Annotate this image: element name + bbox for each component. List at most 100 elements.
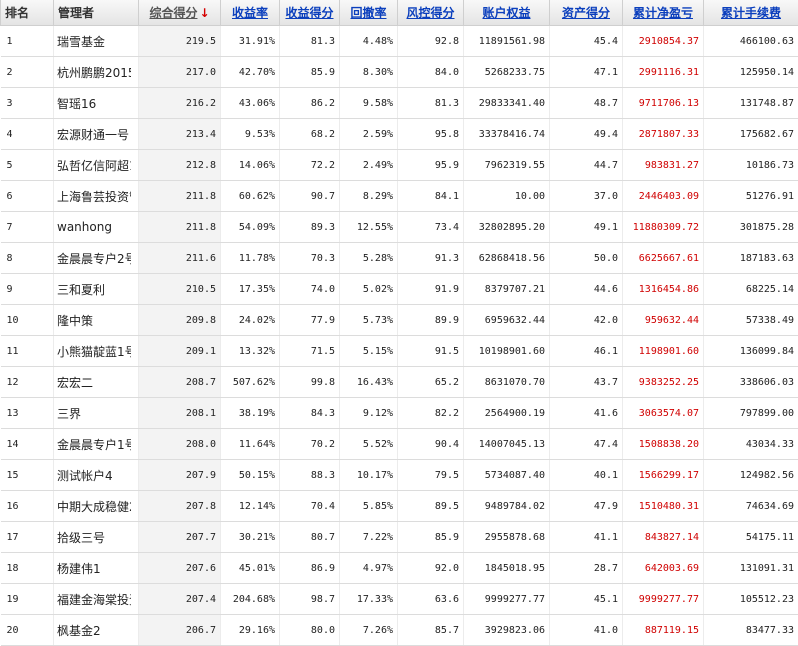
header-asset-score[interactable]: 资产得分 — [550, 0, 623, 26]
cell-rank: 5 — [1, 150, 54, 181]
cell-return-rate: 12.14% — [221, 491, 280, 522]
cell-composite-score: 210.5 — [139, 274, 221, 305]
cell-return-score: 72.2 — [280, 150, 340, 181]
cell-rank: 16 — [1, 491, 54, 522]
cell-return-rate: 54.09% — [221, 212, 280, 243]
cell-rank: 19 — [1, 584, 54, 615]
cell-manager: 小熊猫靛蓝1号基金 — [54, 336, 139, 367]
cell-return-score: 88.3 — [280, 460, 340, 491]
cell-cumulative-pnl: 887119.15 — [623, 615, 704, 646]
cell-cumulative-fees: 301875.28 — [704, 212, 798, 243]
header-composite-score[interactable]: 综合得分↓ — [139, 0, 221, 26]
cell-asset-score: 48.7 — [550, 88, 623, 119]
cell-manager: 金晨晨专户2号 — [54, 243, 139, 274]
cell-drawdown-rate: 17.33% — [340, 584, 398, 615]
cell-account-equity: 29833341.40 — [464, 88, 550, 119]
cell-return-score: 86.9 — [280, 553, 340, 584]
cell-drawdown-rate: 9.12% — [340, 398, 398, 429]
table-row: 10隆中策209.824.02%77.95.73%89.96959632.444… — [1, 305, 798, 336]
manager-name: 枫基金2 — [57, 622, 131, 639]
header-risk-score[interactable]: 风控得分 — [398, 0, 464, 26]
cell-risk-score: 73.4 — [398, 212, 464, 243]
cell-cumulative-fees: 43034.33 — [704, 429, 798, 460]
cell-account-equity: 6959632.44 — [464, 305, 550, 336]
cell-cumulative-pnl: 1198901.60 — [623, 336, 704, 367]
cell-return-score: 70.3 — [280, 243, 340, 274]
cell-asset-score: 42.0 — [550, 305, 623, 336]
manager-name: 小熊猫靛蓝1号基金 — [57, 343, 131, 360]
header-cumulative-fees[interactable]: 累计手续费 — [704, 0, 798, 26]
table-row: 13三界208.138.19%84.39.12%82.22564900.1941… — [1, 398, 798, 429]
cell-account-equity: 8379707.21 — [464, 274, 550, 305]
table-row: 12宏宏二208.7507.62%99.816.43%65.28631070.7… — [1, 367, 798, 398]
cell-drawdown-rate: 8.30% — [340, 57, 398, 88]
cell-asset-score: 43.7 — [550, 367, 623, 398]
cell-risk-score: 95.8 — [398, 119, 464, 150]
manager-name: 弘哲亿信阿超1号 — [57, 157, 131, 174]
cell-return-score: 90.7 — [280, 181, 340, 212]
cell-drawdown-rate: 5.85% — [340, 491, 398, 522]
cell-return-rate: 31.91% — [221, 26, 280, 57]
cell-manager: wanhong — [54, 212, 139, 243]
cell-asset-score: 47.1 — [550, 57, 623, 88]
cell-cumulative-pnl: 6625667.61 — [623, 243, 704, 274]
header-return-rate[interactable]: 收益率 — [221, 0, 280, 26]
table-row: 1瑞雪基金219.531.91%81.34.48%92.811891561.98… — [1, 26, 798, 57]
cell-risk-score: 92.8 — [398, 26, 464, 57]
cell-asset-score: 45.4 — [550, 26, 623, 57]
cell-account-equity: 11891561.98 — [464, 26, 550, 57]
cell-manager: 上海鲁芸投资管理 — [54, 181, 139, 212]
cell-return-rate: 11.64% — [221, 429, 280, 460]
cell-return-score: 99.8 — [280, 367, 340, 398]
cell-risk-score: 85.9 — [398, 522, 464, 553]
cell-cumulative-pnl: 9383252.25 — [623, 367, 704, 398]
cell-return-rate: 42.70% — [221, 57, 280, 88]
cell-manager: 拾级三号 — [54, 522, 139, 553]
cell-drawdown-rate: 5.02% — [340, 274, 398, 305]
cell-rank: 4 — [1, 119, 54, 150]
cell-risk-score: 82.2 — [398, 398, 464, 429]
cell-composite-score: 207.6 — [139, 553, 221, 584]
cell-composite-score: 211.8 — [139, 212, 221, 243]
header-composite-score-label[interactable]: 综合得分 — [149, 6, 197, 20]
manager-name: 福建金海棠投资 — [57, 591, 131, 608]
cell-drawdown-rate: 10.17% — [340, 460, 398, 491]
header-drawdown-rate[interactable]: 回撤率 — [340, 0, 398, 26]
cell-return-score: 84.3 — [280, 398, 340, 429]
header-account-equity[interactable]: 账户权益 — [464, 0, 550, 26]
cell-manager: 福建金海棠投资 — [54, 584, 139, 615]
cell-account-equity: 10.00 — [464, 181, 550, 212]
cell-composite-score: 211.8 — [139, 181, 221, 212]
header-cumulative-pnl[interactable]: 累计净盈亏 — [623, 0, 704, 26]
cell-composite-score: 209.8 — [139, 305, 221, 336]
table-row: 4宏源财通一号213.49.53%68.22.59%95.833378416.7… — [1, 119, 798, 150]
table-row: 16中期大成稳健2号207.812.14%70.45.85%89.5948978… — [1, 491, 798, 522]
cell-cumulative-fees: 797899.00 — [704, 398, 798, 429]
cell-cumulative-fees: 54175.11 — [704, 522, 798, 553]
cell-return-score: 80.7 — [280, 522, 340, 553]
cell-rank: 20 — [1, 615, 54, 646]
cell-manager: 宏源财通一号 — [54, 119, 139, 150]
cell-cumulative-fees: 136099.84 — [704, 336, 798, 367]
cell-asset-score: 45.1 — [550, 584, 623, 615]
cell-cumulative-pnl: 1316454.86 — [623, 274, 704, 305]
header-return-score[interactable]: 收益得分 — [280, 0, 340, 26]
cell-risk-score: 90.4 — [398, 429, 464, 460]
cell-manager: 隆中策 — [54, 305, 139, 336]
cell-asset-score: 46.1 — [550, 336, 623, 367]
cell-drawdown-rate: 5.28% — [340, 243, 398, 274]
cell-return-score: 81.3 — [280, 26, 340, 57]
cell-cumulative-fees: 105512.23 — [704, 584, 798, 615]
cell-drawdown-rate: 8.29% — [340, 181, 398, 212]
cell-drawdown-rate: 4.97% — [340, 553, 398, 584]
cell-manager: 三界 — [54, 398, 139, 429]
cell-rank: 10 — [1, 305, 54, 336]
cell-account-equity: 9999277.77 — [464, 584, 550, 615]
cell-risk-score: 85.7 — [398, 615, 464, 646]
manager-name: 上海鲁芸投资管理 — [57, 188, 131, 205]
cell-rank: 1 — [1, 26, 54, 57]
cell-return-score: 74.0 — [280, 274, 340, 305]
cell-asset-score: 40.1 — [550, 460, 623, 491]
table-row: 3智瑶16216.243.06%86.29.58%81.329833341.40… — [1, 88, 798, 119]
cell-cumulative-fees: 131748.87 — [704, 88, 798, 119]
